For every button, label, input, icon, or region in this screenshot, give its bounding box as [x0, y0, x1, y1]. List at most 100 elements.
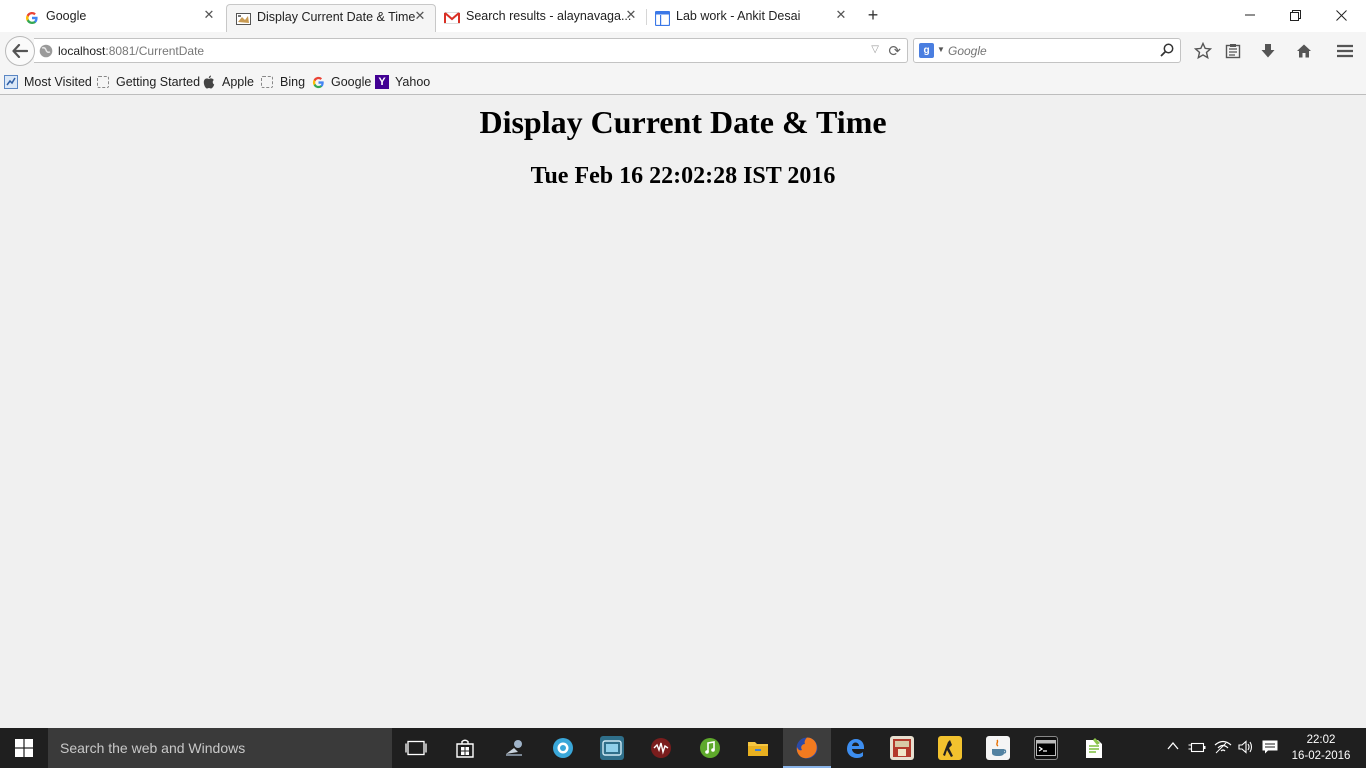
bookmark-bing[interactable]: Bing [260, 75, 305, 89]
java-icon[interactable] [986, 736, 1010, 760]
firefox-icon[interactable] [795, 736, 819, 760]
file-explorer-icon[interactable] [746, 736, 770, 760]
bookmark-apple[interactable]: Apple [202, 75, 254, 89]
counter-strike-icon[interactable] [938, 736, 962, 760]
yahoo-icon: Y [375, 75, 389, 89]
recorder-app-icon[interactable] [649, 736, 673, 760]
bookmark-label: Most Visited [24, 75, 92, 89]
tab-title: Lab work - Ankit Desai [676, 9, 801, 23]
menu-button[interactable] [1334, 41, 1356, 61]
gmail-icon [444, 10, 460, 26]
google-g-icon [311, 75, 325, 89]
notepad-plus-plus-icon[interactable] [1082, 736, 1106, 760]
minimize-icon [1245, 14, 1255, 16]
bookmark-star-button[interactable] [1192, 41, 1214, 61]
power-battery-icon[interactable] [1188, 740, 1206, 757]
minimize-button[interactable] [1227, 0, 1273, 30]
close-tab-icon[interactable]: ✕ [202, 8, 216, 22]
home-icon [1297, 44, 1311, 58]
restore-button[interactable] [1272, 0, 1318, 30]
url-bar[interactable]: localhost:8081/CurrentDate ▽ ⟳ [34, 38, 908, 63]
close-window-button[interactable] [1318, 0, 1364, 30]
close-tab-icon[interactable]: ✕ [624, 8, 638, 22]
engine-dropdown-icon[interactable]: ▼ [937, 45, 945, 54]
page-heading: Display Current Date & Time [479, 104, 887, 140]
clock-date: 16-02-2016 [1291, 750, 1351, 762]
tab-separator [646, 9, 647, 25]
bookmark-label: Yahoo [395, 75, 431, 89]
most-visited-icon [4, 75, 18, 89]
media-app-icon[interactable] [551, 736, 575, 760]
bookmark-google[interactable]: Google [311, 75, 371, 89]
reading-list-button[interactable] [1222, 41, 1244, 61]
game-app-icon[interactable] [890, 736, 914, 760]
taskbar-search-box[interactable]: Search the web and Windows [48, 728, 392, 768]
search-bar[interactable]: g ▼ [913, 38, 1181, 63]
download-arrow-icon [1261, 44, 1275, 58]
docs-icon [654, 10, 670, 26]
remote-app-icon[interactable] [503, 736, 527, 760]
edge-icon[interactable] [843, 736, 867, 760]
home-button[interactable] [1293, 41, 1315, 61]
system-clock[interactable]: 22:02 16-02-2016 [1288, 732, 1354, 764]
search-icon[interactable] [1160, 43, 1174, 57]
search-input[interactable] [948, 42, 1148, 59]
clock-time: 22:02 [1306, 734, 1336, 746]
command-prompt-icon[interactable] [1034, 736, 1058, 760]
action-center-icon[interactable] [1262, 740, 1278, 757]
bookmark-label: Apple [222, 75, 254, 89]
navigation-toolbar: localhost:8081/CurrentDate ▽ ⟳ g ▼ [0, 32, 1366, 70]
wifi-icon[interactable] [1214, 740, 1232, 757]
url-path: :8081/CurrentDate [105, 44, 205, 58]
tab-title: Google [46, 9, 87, 23]
tab-gmail-search[interactable]: Search results - alaynavaga... ✕ [438, 4, 646, 32]
back-button[interactable] [5, 36, 35, 66]
history-dropdown-icon[interactable]: ▽ [871, 44, 879, 55]
dashed-bookmark-icon [260, 75, 274, 89]
close-tab-icon[interactable]: ✕ [834, 8, 848, 22]
taskbar-search-placeholder: Search the web and Windows [60, 740, 246, 756]
tab-lab-work[interactable]: Lab work - Ankit Desai ✕ [648, 4, 856, 32]
url-host: localhost [58, 44, 106, 58]
star-icon [1194, 42, 1212, 60]
hamburger-menu-icon [1337, 44, 1353, 58]
new-tab-button[interactable]: + [864, 5, 882, 25]
page-content: Display Current Date & Time Tue Feb 16 2… [0, 96, 1366, 728]
windows-taskbar: Search the web and Windows 22:02 16-02-2… [0, 728, 1366, 768]
close-icon [1335, 9, 1347, 21]
bookmark-label: Google [331, 75, 372, 89]
bookmark-label: Getting Started [116, 75, 201, 89]
store-icon[interactable] [453, 736, 477, 760]
show-hidden-icons-chevron-icon[interactable] [1167, 740, 1179, 754]
volume-icon[interactable] [1238, 740, 1254, 757]
bookmarks-menu-icon [1225, 44, 1241, 59]
task-view-icon[interactable] [404, 736, 428, 760]
current-datetime: Tue Feb 16 22:02:28 IST 2016 [530, 163, 836, 189]
apple-icon [202, 75, 216, 89]
tab-title: Search results - alaynavaga... [466, 9, 632, 23]
start-button[interactable] [0, 728, 48, 768]
tab-display-current-date[interactable]: Display Current Date & Time ✕ [226, 4, 436, 32]
url-text[interactable]: localhost:8081/CurrentDate [58, 44, 204, 58]
bookmark-getting-started[interactable]: Getting Started [96, 75, 200, 89]
tab-google[interactable]: Google ✕ [0, 4, 224, 32]
google-g-icon [24, 10, 40, 26]
downloads-button[interactable] [1257, 41, 1279, 61]
search-engine-icon[interactable]: g [919, 43, 934, 58]
dashed-bookmark-icon [96, 75, 110, 89]
close-tab-icon[interactable]: ✕ [413, 9, 427, 23]
restore-icon [1289, 9, 1301, 21]
video-app-icon[interactable] [600, 736, 624, 760]
tab-title: Display Current Date & Time [257, 10, 416, 24]
reload-icon[interactable]: ⟳ [888, 42, 901, 60]
bookmarks-toolbar: Most Visited Getting Started Apple Bing … [0, 70, 1366, 95]
tab-strip: Google ✕ Display Current Date & Time ✕ S… [0, 0, 1366, 32]
page-icon [235, 11, 251, 27]
site-identity-icon[interactable] [39, 44, 53, 58]
bookmark-most-visited[interactable]: Most Visited [4, 75, 92, 89]
bookmark-yahoo[interactable]: Y Yahoo [375, 75, 430, 89]
windows-logo-icon [15, 739, 33, 757]
back-arrow-icon [12, 44, 28, 58]
itunes-icon[interactable] [698, 736, 722, 760]
bookmark-label: Bing [280, 75, 306, 89]
